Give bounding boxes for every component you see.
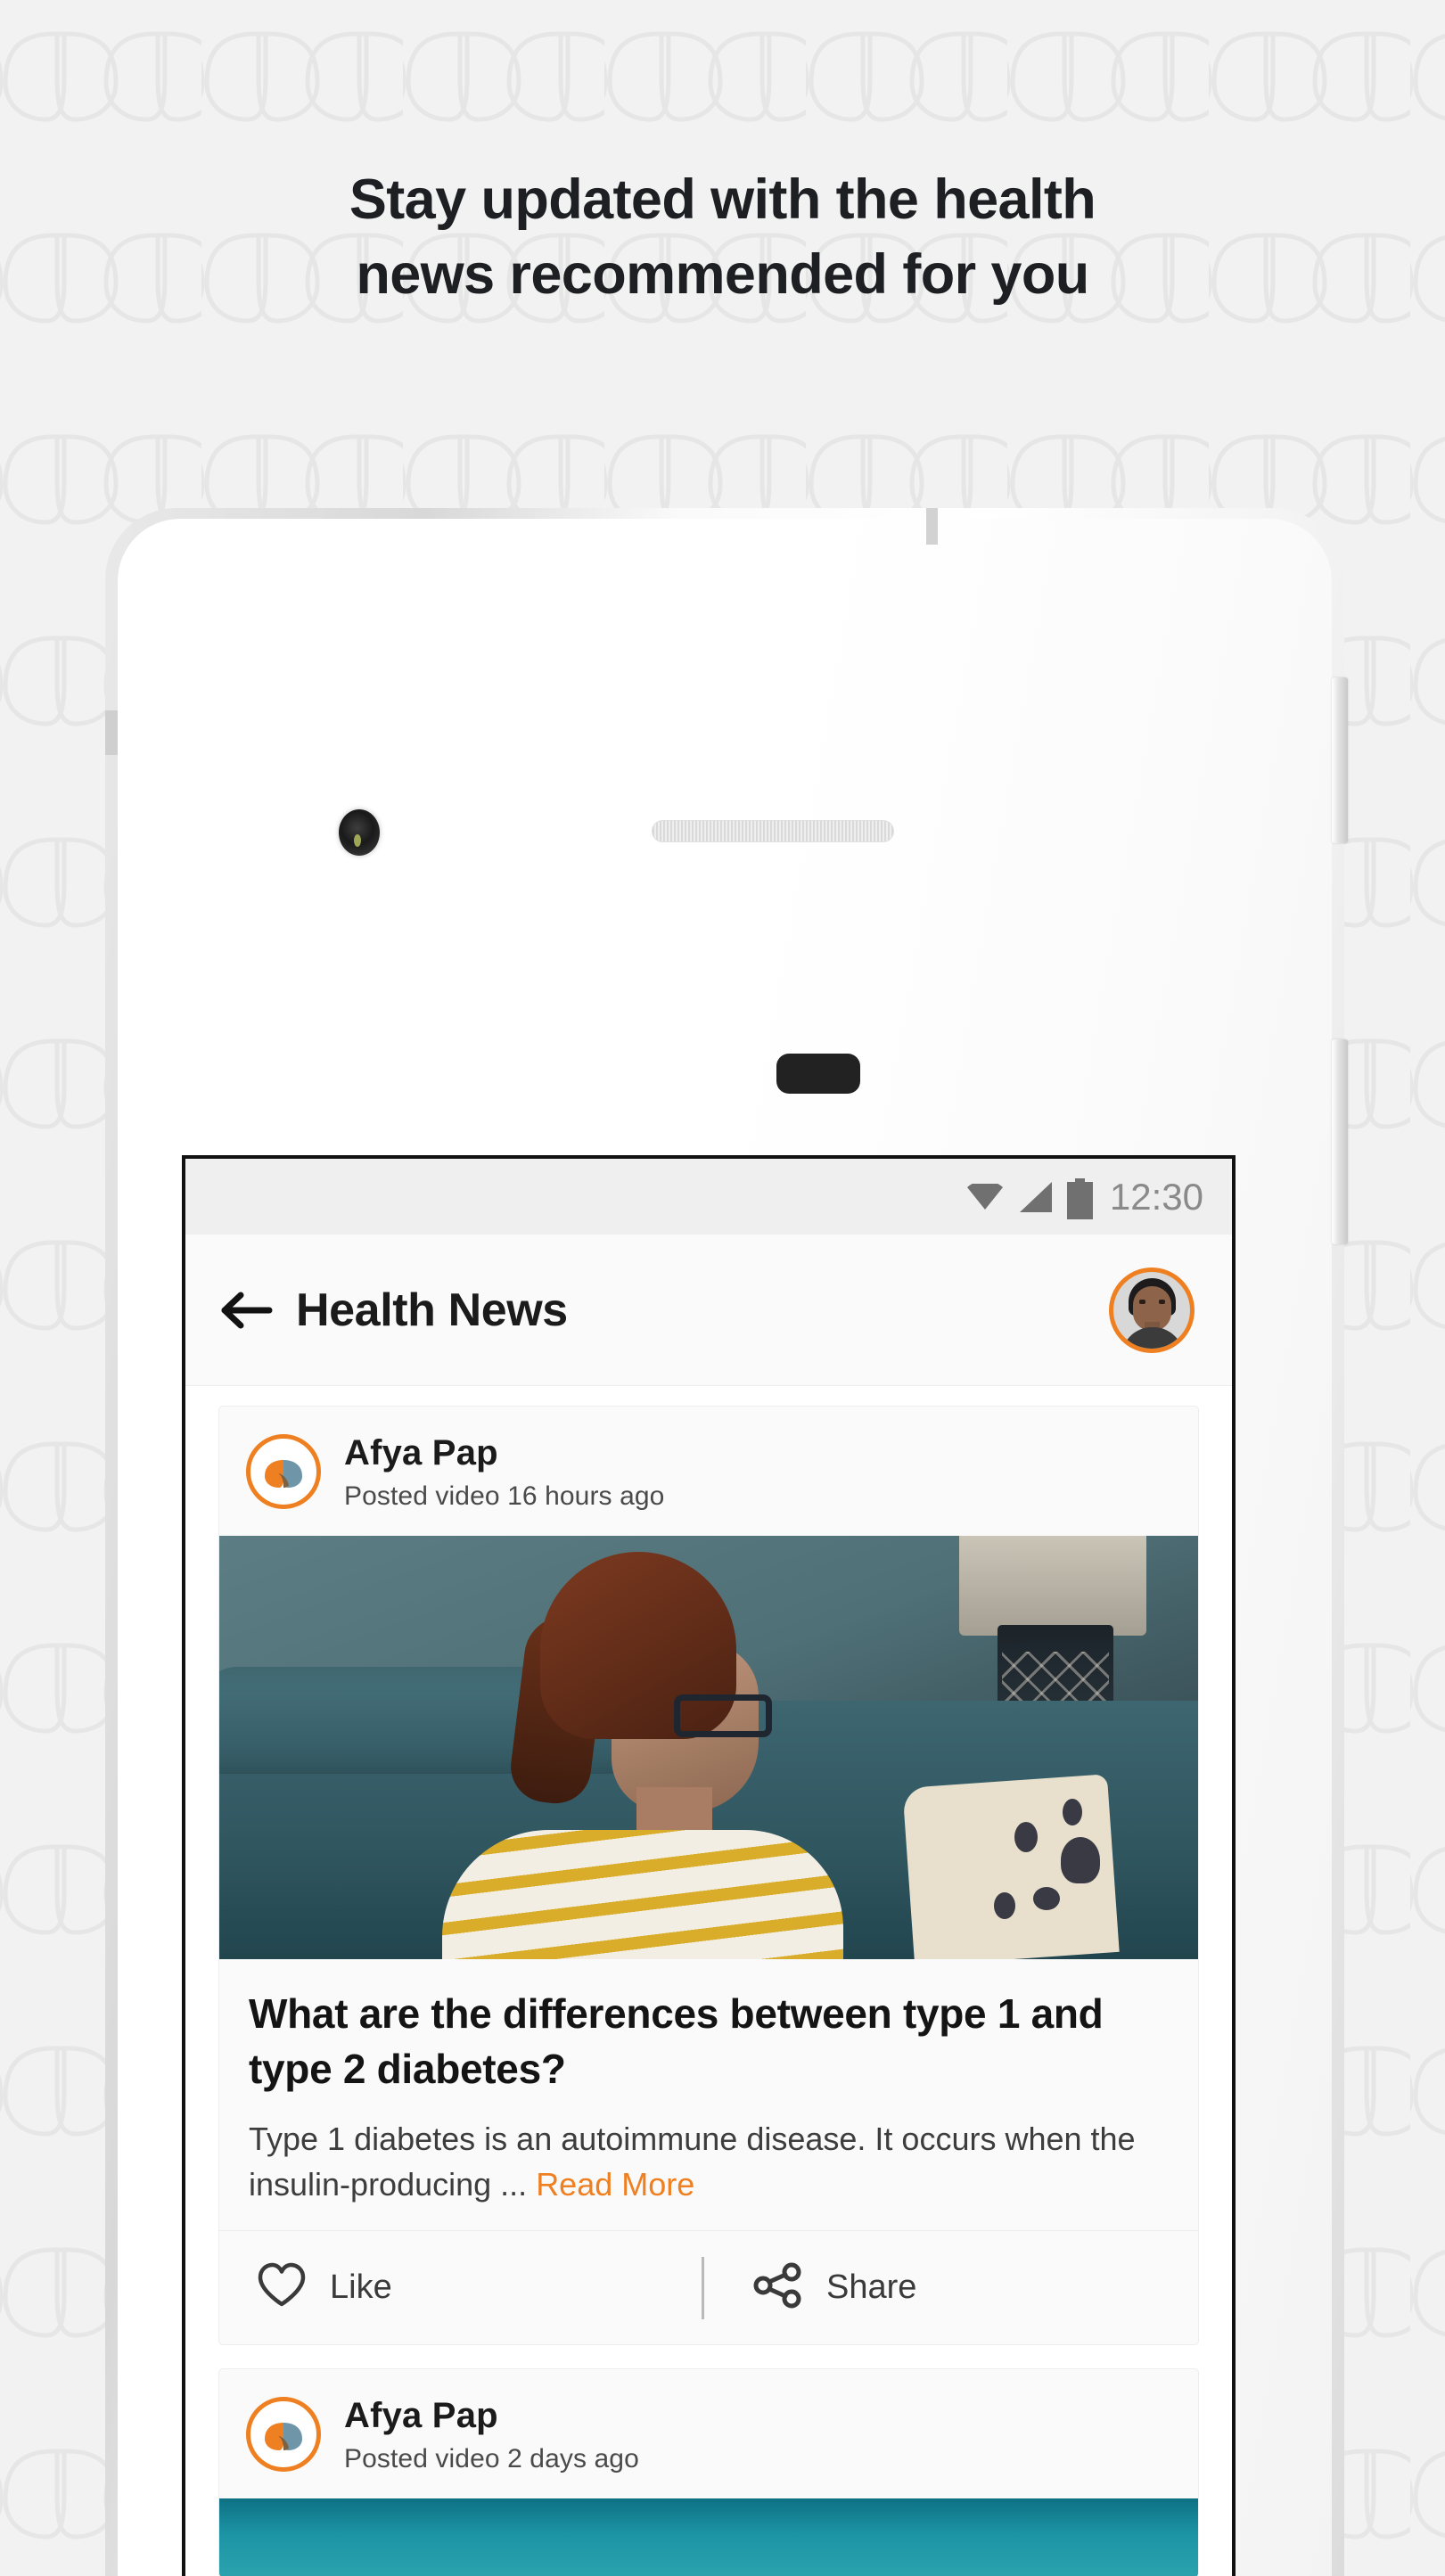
news-post-card[interactable]: Afya Pap Posted video 2 days ago: [218, 2368, 1199, 2576]
leaf-glyph: [260, 1454, 307, 1489]
news-feed[interactable]: Afya Pap Posted video 16 hours ago What …: [185, 1386, 1232, 2576]
like-label: Like: [330, 2268, 392, 2307]
photo-cushion-dot: [994, 1892, 1015, 1919]
avatar-shoulders: [1121, 1326, 1184, 1349]
post-media-image[interactable]: [219, 1536, 1198, 1959]
afya-pap-leaf-logo-icon[interactable]: [246, 1433, 321, 1509]
post-text-block: What are the differences between type 1 …: [219, 1959, 1198, 2230]
wifi-icon: [965, 1179, 1005, 1210]
post-author-block: Afya Pap Posted video 16 hours ago: [344, 1431, 664, 1512]
photo-glasses: [674, 1694, 772, 1737]
heart-outline-icon: [257, 2262, 307, 2313]
read-more-link[interactable]: Read More: [536, 2166, 694, 2203]
post-author-block: Afya Pap Posted video 2 days ago: [344, 2393, 639, 2474]
article-title: What are the differences between type 1 …: [249, 1990, 1104, 2093]
headline-line-1: Stay updated with the health: [349, 168, 1096, 231]
photo-cushion-dot: [1061, 1837, 1100, 1883]
back-arrow-icon[interactable]: [221, 1291, 273, 1330]
share-button[interactable]: Share: [704, 2231, 1198, 2344]
share-nodes-icon: [753, 2262, 803, 2313]
post-media-image[interactable]: [219, 2498, 1198, 2576]
photo-striped-shirt: [442, 1830, 843, 1959]
phone-mockup: 12:30 Health News Afya Pap Posted video …: [105, 508, 1348, 2576]
avatar-eye-left: [1139, 1299, 1145, 1304]
article-excerpt: Type 1 diabetes is an autoimmune disease…: [249, 2116, 1169, 2207]
share-label: Share: [826, 2268, 917, 2307]
user-avatar[interactable]: [1109, 1267, 1195, 1353]
front-camera-icon: [339, 809, 380, 856]
post-author-name: Afya Pap: [344, 1433, 498, 1473]
earpiece-speaker-icon: [652, 820, 894, 842]
power-button[interactable]: [1332, 1039, 1348, 1244]
post-meta: Posted video 16 hours ago: [344, 1481, 665, 1511]
photo-cushion-dot: [1014, 1822, 1038, 1852]
post-meta: Posted video 2 days ago: [344, 2444, 639, 2474]
status-time: 12:30: [1109, 1175, 1203, 1218]
app-bar: Health News: [185, 1235, 1232, 1386]
status-bar: 12:30: [185, 1159, 1232, 1235]
proximity-sensor-icon: [776, 1054, 860, 1094]
news-post-card[interactable]: Afya Pap Posted video 16 hours ago What …: [218, 1406, 1199, 2346]
cellular-signal-icon: [1018, 1181, 1054, 1213]
headline-line-2: news recommended for you: [356, 242, 1089, 306]
avatar-eye-right: [1159, 1299, 1165, 1304]
battery-full-icon: [1066, 1177, 1093, 1219]
photo-cushion-dot: [1033, 1887, 1060, 1910]
like-button[interactable]: Like: [219, 2231, 702, 2344]
afya-pap-leaf-logo-icon[interactable]: [246, 2396, 321, 2472]
volume-button[interactable]: [1332, 677, 1348, 843]
left-edge-accent: [105, 710, 118, 755]
photo-lampshade: [959, 1536, 1146, 1636]
post-actions: Like Share: [219, 2230, 1198, 2344]
leaf-glyph: [260, 2416, 307, 2452]
phone-screen: 12:30 Health News Afya Pap Posted video …: [182, 1155, 1236, 2576]
page-title: Stay updated with the health news recomm…: [0, 163, 1445, 313]
post-header: Afya Pap Posted video 2 days ago: [219, 2369, 1198, 2498]
post-header: Afya Pap Posted video 16 hours ago: [219, 1407, 1198, 1536]
post-author-name: Afya Pap: [344, 2396, 498, 2436]
app-bar-title: Health News: [296, 1284, 568, 1336]
antenna-line: [926, 508, 938, 545]
photo-cushion-dot: [1063, 1799, 1082, 1825]
